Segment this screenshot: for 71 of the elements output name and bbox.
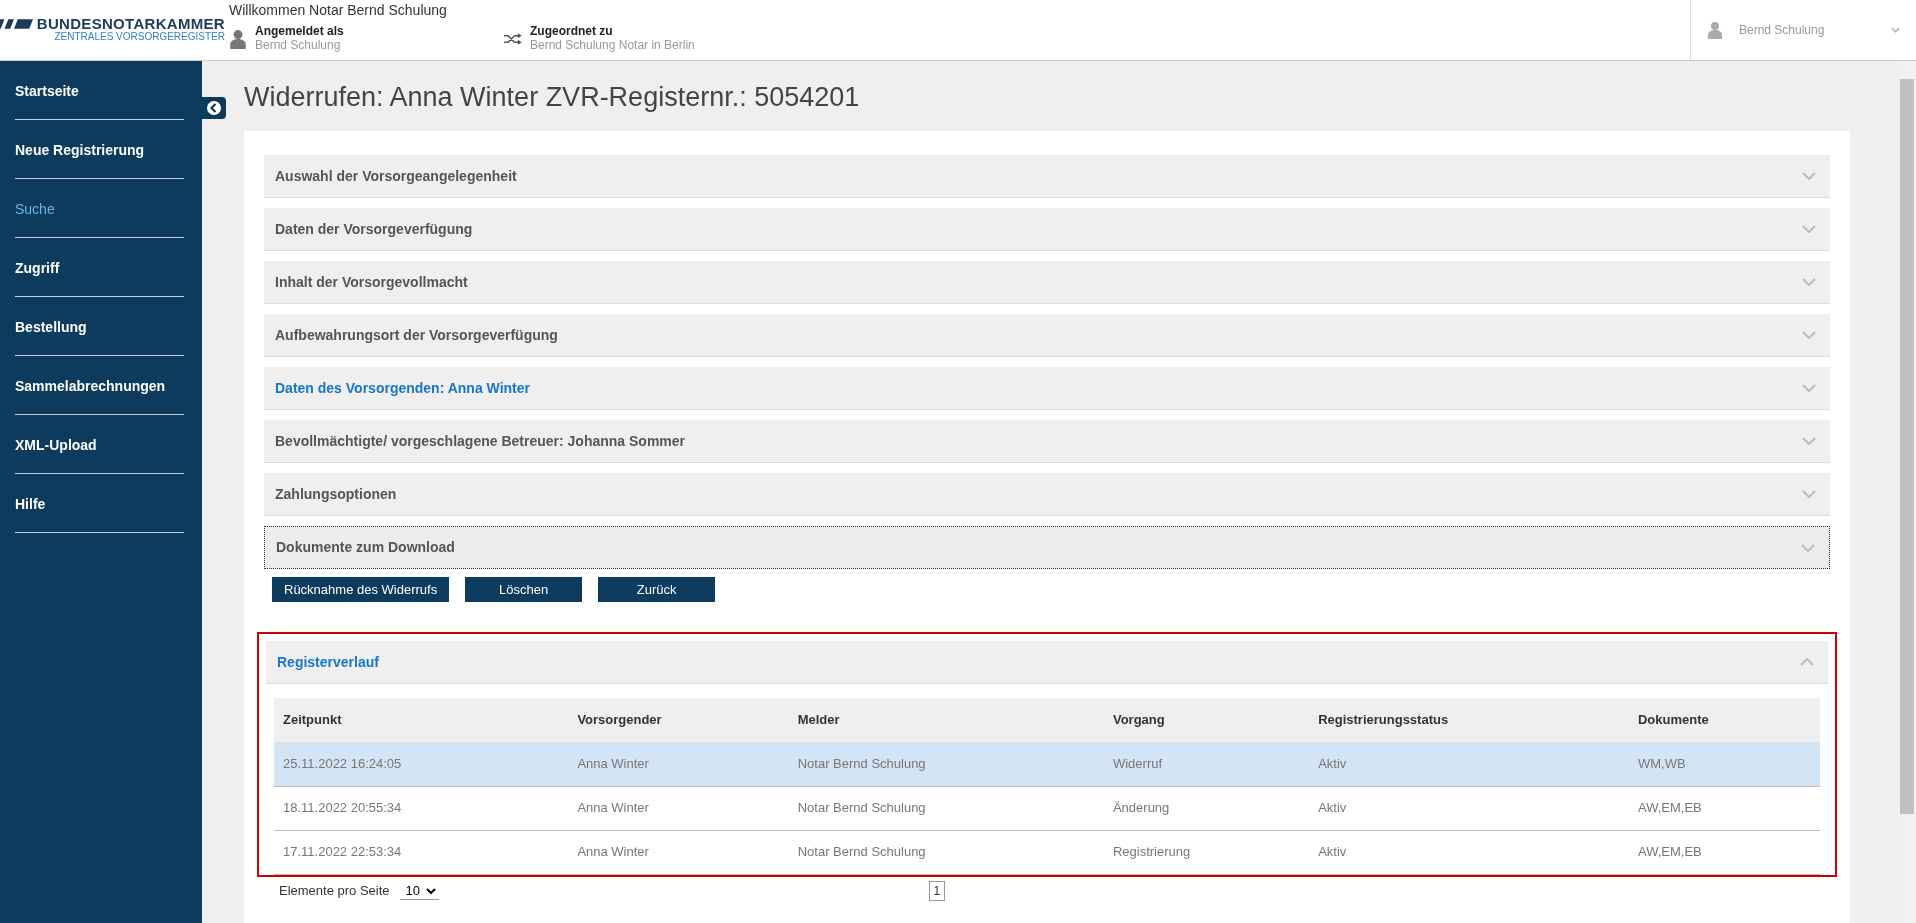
- sidebar-item[interactable]: Neue Registrierung: [15, 120, 184, 179]
- chevron-left-icon: [206, 100, 222, 116]
- table-cell: AW,EM,EB: [1629, 830, 1820, 874]
- table-cell: Änderung: [1103, 786, 1310, 830]
- sidebar-item[interactable]: Sammelabrechnungen: [15, 356, 184, 415]
- table-cell: Anna Winter: [568, 786, 789, 830]
- table-cell: 17.11.2022 22:53:34: [274, 830, 569, 874]
- table-cell: Registrierung: [1103, 830, 1310, 874]
- collapse-sidebar-button[interactable]: [202, 97, 226, 119]
- action-button[interactable]: Zurück: [598, 577, 716, 602]
- column-header: Zeitpunkt: [274, 698, 569, 742]
- accordion-header[interactable]: Auswahl der Vorsorgeangelegenheit: [264, 155, 1830, 198]
- column-header: Vorsorgender: [568, 698, 789, 742]
- page-button[interactable]: 1: [928, 880, 946, 901]
- table-cell: Anna Winter: [568, 742, 789, 786]
- chevron-down-icon: [1801, 543, 1815, 552]
- page-size-select[interactable]: 10: [399, 881, 439, 900]
- table-cell: Aktiv: [1309, 786, 1629, 830]
- column-header: Registrierungsstatus: [1309, 698, 1629, 742]
- table-cell: AW,EM,EB: [1629, 786, 1820, 830]
- scrollbar[interactable]: [1898, 61, 1916, 923]
- chevron-down-icon: [1802, 490, 1816, 498]
- column-header: Melder: [788, 698, 1104, 742]
- sidebar-item[interactable]: Bestellung: [15, 297, 184, 356]
- table-cell: Aktiv: [1309, 742, 1629, 786]
- info-value: Bernd Schulung: [255, 38, 342, 53]
- accordion-header[interactable]: Zahlungsoptionen: [264, 473, 1830, 516]
- column-header: Dokumente: [1629, 698, 1820, 742]
- accordion-header[interactable]: Daten des Vorsorgenden: Anna Winter: [264, 367, 1830, 410]
- sidebar-item[interactable]: XML-Upload: [15, 415, 184, 474]
- chevron-down-icon: [1802, 331, 1816, 339]
- table-cell: 25.11.2022 16:24:05: [274, 742, 569, 786]
- chevron-down-icon: [1802, 172, 1816, 180]
- chevron-down-icon: [1802, 225, 1816, 233]
- sidebar-item[interactable]: Zugriff: [15, 238, 184, 297]
- info-value: Bernd Schulung Notar in Berlin: [530, 38, 695, 53]
- person-icon: [1707, 21, 1723, 39]
- logo-subtitle: ZENTRALES VORSORGEREGISTER: [54, 31, 225, 43]
- accordion-header[interactable]: Dokumente zum Download: [264, 526, 1830, 569]
- info-label: Zugeordnet zu: [530, 25, 614, 39]
- info-label: Angemeldet als: [255, 25, 344, 39]
- table-cell: 18.11.2022 20:55:34: [274, 786, 569, 830]
- column-header: Vorgang: [1103, 698, 1310, 742]
- table-cell: Anna Winter: [568, 830, 789, 874]
- accordion-header[interactable]: Registerverlauf: [266, 641, 1828, 684]
- page-size-label: Elemente pro Seite: [279, 881, 390, 900]
- table-cell: Notar Bernd Schulung: [788, 786, 1104, 830]
- logo-title: BUNDESNOTARKAMMER: [36, 16, 225, 31]
- table-cell: WM,WB: [1629, 742, 1820, 786]
- accordion-header[interactable]: Inhalt der Vorsorgevollmacht: [264, 261, 1830, 304]
- sidebar-item[interactable]: Hilfe: [15, 474, 184, 533]
- accordion-header[interactable]: Aufbewahrungsort der Vorsorgeverfügung: [264, 314, 1830, 357]
- chevron-down-icon: [1891, 27, 1900, 33]
- action-button[interactable]: Rücknahme des Widerrufs: [272, 577, 450, 602]
- chevron-down-icon: [1802, 278, 1816, 286]
- stripes-logo-icon: [0, 18, 33, 29]
- page-title: Widerrufen: Anna Winter ZVR-Registernr.: 5054201: [244, 81, 860, 114]
- welcome-text: Willkommen Notar Bernd Schulung: [229, 1, 448, 20]
- accordion-header[interactable]: Bevollmächtigte/ vorgeschlagene Betreuer: Johanna Sommer: [264, 420, 1830, 463]
- table-cell: Notar Bernd Schulung: [788, 830, 1104, 874]
- table-cell: Widerruf: [1103, 742, 1310, 786]
- table-cell: Notar Bernd Schulung: [788, 742, 1104, 786]
- chevron-up-icon: [1800, 658, 1814, 666]
- table-cell: Aktiv: [1309, 830, 1629, 874]
- accordion-header[interactable]: Daten der Vorsorgeverfügung: [264, 208, 1830, 251]
- chevron-down-icon: [1802, 384, 1816, 392]
- person-icon: [229, 28, 247, 49]
- chevron-down-icon: [1802, 437, 1816, 445]
- sidebar-item[interactable]: Suche: [15, 179, 184, 238]
- action-button[interactable]: Löschen: [465, 577, 583, 602]
- sidebar-item[interactable]: Startseite: [15, 61, 184, 120]
